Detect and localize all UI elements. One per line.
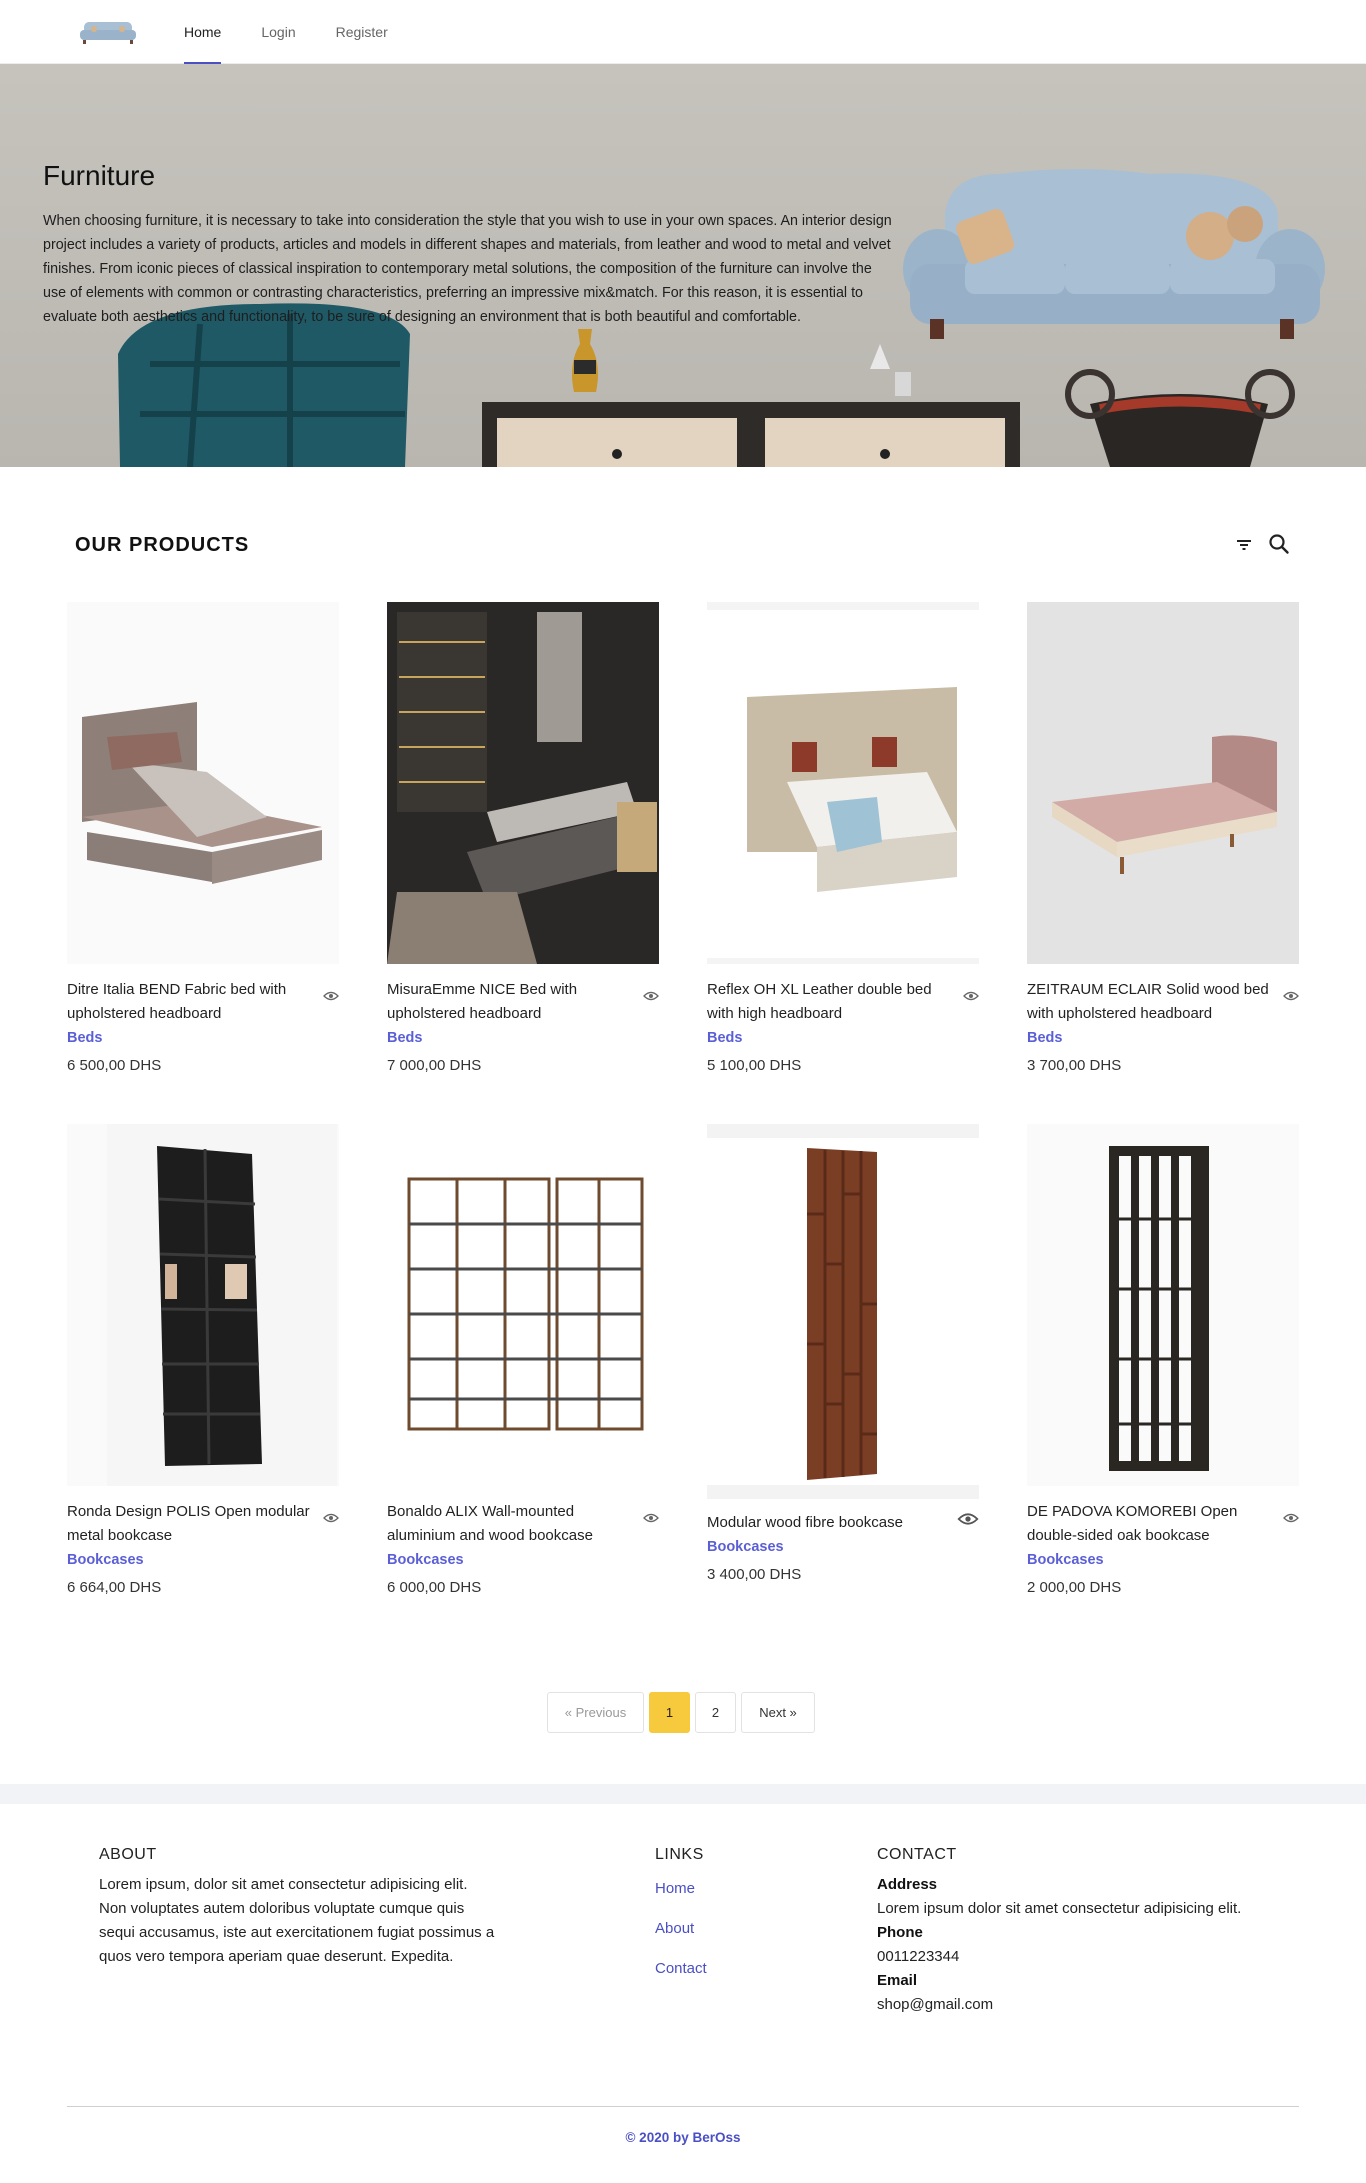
previous-page-button[interactable]: « Previous xyxy=(547,1692,644,1733)
eye-icon[interactable] xyxy=(323,1512,339,1524)
bookcase-image xyxy=(387,1124,659,1486)
product-price: 3 400,00 DHS xyxy=(707,1566,802,1583)
contact-address: Lorem ipsum dolor sit amet consectetur a… xyxy=(877,1900,1242,1917)
product-card[interactable]: Modular wood fibre bookcase Bookcases 3 … xyxy=(707,1124,979,1587)
product-price: 7 000,00 DHS xyxy=(387,1057,482,1074)
eye-icon[interactable] xyxy=(957,1511,979,1527)
product-card[interactable]: Ditre Italia BEND Fabric bed with uphols… xyxy=(67,602,339,1078)
product-name[interactable]: Modular wood fibre bookcase xyxy=(707,1511,952,1535)
product-image[interactable] xyxy=(1027,1124,1299,1486)
footer-about-text: Lorem ipsum, dolor sit amet consectetur … xyxy=(99,1876,495,1965)
page-button-2[interactable]: 2 xyxy=(695,1692,736,1733)
footer-links: LINKS Home About Contact xyxy=(655,1843,835,1997)
bed-image xyxy=(67,602,339,964)
footer-link-contact[interactable]: Contact xyxy=(655,1957,835,1981)
footer-links-heading: LINKS xyxy=(655,1846,704,1863)
footer-link-about[interactable]: About xyxy=(655,1917,835,1941)
bed-image xyxy=(387,602,659,964)
product-card[interactable]: Reflex OH XL Leather double bed with hig… xyxy=(707,602,979,1078)
product-name[interactable]: Ronda Design POLIS Open modular metal bo… xyxy=(67,1500,312,1548)
nav-link-register[interactable]: Register xyxy=(336,0,388,64)
eye-icon[interactable] xyxy=(323,990,339,1002)
product-image[interactable] xyxy=(707,602,979,964)
contact-address-label: Address xyxy=(877,1876,938,1893)
footer-contact: CONTACT Address Lorem ipsum dolor sit am… xyxy=(877,1843,1267,2017)
eye-icon[interactable] xyxy=(963,990,979,1002)
contact-phone-label: Phone xyxy=(877,1924,923,1941)
product-category[interactable]: Beds xyxy=(67,1026,339,1050)
products-header: OUR PRODUCTS xyxy=(75,530,1300,560)
product-category[interactable]: Bookcases xyxy=(67,1548,339,1572)
product-price: 2 000,00 DHS xyxy=(1027,1579,1122,1596)
hero-banner: Furniture When choosing furniture, it is… xyxy=(0,64,1366,467)
footer-link-home[interactable]: Home xyxy=(655,1877,835,1901)
product-card[interactable]: Bonaldo ALIX Wall-mounted aluminium and … xyxy=(387,1124,659,1600)
product-image[interactable] xyxy=(387,1124,659,1486)
contact-phone: 0011223344 xyxy=(877,1948,960,1965)
nav-link-login[interactable]: Login xyxy=(261,0,295,64)
footer-contact-heading: CONTACT xyxy=(877,1846,957,1863)
section-title: OUR PRODUCTS xyxy=(75,534,250,556)
product-category[interactable]: Beds xyxy=(707,1026,979,1050)
product-name[interactable]: Reflex OH XL Leather double bed with hig… xyxy=(707,978,952,1026)
product-price: 3 700,00 DHS xyxy=(1027,1057,1122,1074)
bookcase-image xyxy=(1027,1124,1299,1486)
contact-email[interactable]: shop@gmail.com xyxy=(877,1993,1267,2017)
product-category[interactable]: Beds xyxy=(1027,1026,1299,1050)
product-name[interactable]: Bonaldo ALIX Wall-mounted aluminium and … xyxy=(387,1500,632,1548)
product-price: 6 664,00 DHS xyxy=(67,1579,162,1596)
footer-divider xyxy=(67,2106,1299,2107)
product-image[interactable] xyxy=(67,602,339,964)
bookcase-image xyxy=(707,1124,979,1499)
product-name[interactable]: DE PADOVA KOMOREBI Open double-sided oak… xyxy=(1027,1500,1272,1548)
product-card[interactable]: Ronda Design POLIS Open modular metal bo… xyxy=(67,1124,339,1600)
product-name[interactable]: ZEITRAUM ECLAIR Solid wood bed with upho… xyxy=(1027,978,1272,1026)
footer-about: ABOUT Lorem ipsum, dolor sit amet consec… xyxy=(99,1843,499,1969)
pagination: « Previous 1 2 Next » xyxy=(547,1692,820,1733)
product-category[interactable]: Beds xyxy=(387,1026,659,1050)
hero-description: When choosing furniture, it is necessary… xyxy=(43,213,892,325)
product-name[interactable]: Ditre Italia BEND Fabric bed with uphols… xyxy=(67,978,312,1026)
product-card[interactable]: MisuraEmme NICE Bed with upholstered hea… xyxy=(387,602,659,1078)
nav-link-home[interactable]: Home xyxy=(184,0,222,64)
footer-about-heading: ABOUT xyxy=(99,1846,157,1863)
product-name[interactable]: MisuraEmme NICE Bed with upholstered hea… xyxy=(387,978,632,1026)
product-image[interactable] xyxy=(1027,602,1299,964)
product-card[interactable]: ZEITRAUM ECLAIR Solid wood bed with upho… xyxy=(1027,602,1299,1078)
product-image[interactable] xyxy=(707,1124,979,1499)
eye-icon[interactable] xyxy=(1283,1512,1299,1524)
filter-icon[interactable] xyxy=(1235,536,1253,554)
product-price: 6 000,00 DHS xyxy=(387,1579,482,1596)
hero-title: Furniture xyxy=(43,160,156,191)
logo-sofa-icon[interactable] xyxy=(78,18,138,46)
product-category[interactable]: Bookcases xyxy=(707,1535,979,1559)
eye-icon[interactable] xyxy=(1283,990,1299,1002)
product-category[interactable]: Bookcases xyxy=(1027,1548,1299,1572)
product-category[interactable]: Bookcases xyxy=(387,1548,659,1572)
eye-icon[interactable] xyxy=(643,990,659,1002)
product-image[interactable] xyxy=(67,1124,339,1486)
hero-sofa xyxy=(903,169,1325,339)
navbar: Home Login Register xyxy=(0,0,1366,64)
search-icon[interactable] xyxy=(1268,533,1290,555)
product-price: 6 500,00 DHS xyxy=(67,1057,162,1074)
bed-image xyxy=(1027,602,1299,964)
footer-divider-band xyxy=(0,1784,1366,1804)
contact-email-label: Email xyxy=(877,1972,918,1989)
bed-image xyxy=(707,602,979,964)
nav-links: Home Login Register xyxy=(184,0,428,64)
page-button-1[interactable]: 1 xyxy=(649,1692,690,1733)
bookcase-image xyxy=(67,1124,339,1486)
copyright: © 2020 by BerOss xyxy=(625,2130,741,2145)
product-image[interactable] xyxy=(387,602,659,964)
eye-icon[interactable] xyxy=(643,1512,659,1524)
product-price: 5 100,00 DHS xyxy=(707,1057,802,1074)
product-card[interactable]: DE PADOVA KOMOREBI Open double-sided oak… xyxy=(1027,1124,1299,1600)
hero-cabinet xyxy=(482,402,1020,467)
next-page-button[interactable]: Next » xyxy=(741,1692,815,1733)
